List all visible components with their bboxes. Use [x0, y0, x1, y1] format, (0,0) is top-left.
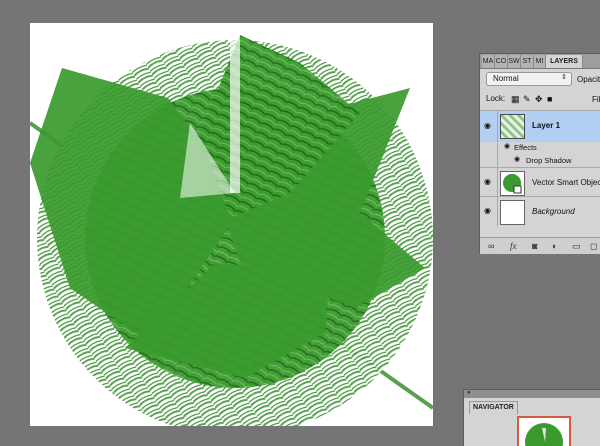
- close-icon[interactable]: ●: [467, 390, 471, 396]
- smart-object-thumbnail: [500, 171, 525, 196]
- adjustment-icon[interactable]: ◐: [552, 241, 557, 251]
- eye-icon[interactable]: ◉: [484, 121, 491, 130]
- effects-label: Effects: [514, 143, 537, 152]
- layer1-name[interactable]: Layer 1: [532, 121, 560, 130]
- fill-label: Fill: [592, 95, 600, 104]
- drop-shadow-label: Drop Shadow: [526, 156, 572, 165]
- visibility-toggle[interactable]: ◉: [480, 168, 498, 197]
- blend-mode-value: Normal: [493, 74, 519, 83]
- panel-tabbar: MA CO SW ST MI LAYERS: [480, 54, 600, 69]
- lock-label: Lock:: [486, 94, 506, 103]
- link-icon[interactable]: ∞: [488, 241, 494, 251]
- vector-smart-object-name[interactable]: Vector Smart Object: [532, 178, 600, 187]
- new-layer-icon[interactable]: ◻: [590, 241, 597, 252]
- navigator-titlebar: ●: [464, 390, 600, 398]
- tab-mi[interactable]: MI: [534, 55, 546, 68]
- tab-layers[interactable]: LAYERS: [546, 55, 583, 68]
- opacity-label: Opacity: [577, 75, 600, 84]
- visibility-toggle[interactable]: ◉: [480, 197, 498, 226]
- layers-bottom-toolbar: ∞ fx ◙ ◐ ▭ ◻: [480, 237, 600, 254]
- navigator-thumbnail-art: [525, 423, 563, 446]
- tab-ma[interactable]: MA: [482, 55, 495, 68]
- mask-icon[interactable]: ◙: [532, 241, 537, 251]
- layers-panel: MA CO SW ST MI LAYERS Normal ⇕ Opacity L…: [479, 53, 600, 254]
- effects-eye-col: [480, 141, 498, 154]
- eye-icon[interactable]: ◉: [504, 142, 510, 150]
- layer-row-background[interactable]: ◉ Background: [480, 196, 600, 226]
- document-canvas[interactable]: [30, 23, 433, 426]
- navigator-preview[interactable]: [517, 416, 571, 446]
- tab-navigator[interactable]: NAVIGATOR: [469, 401, 518, 414]
- layer1-thumbnail: [500, 114, 525, 139]
- chevron-updown-icon: ⇕: [561, 74, 567, 81]
- drop-shadow-eye-col: [480, 154, 498, 167]
- lock-move-icon[interactable]: ✥: [535, 94, 543, 105]
- navigator-panel: ● NAVIGATOR: [463, 389, 600, 446]
- tab-co[interactable]: CO: [495, 55, 508, 68]
- lock-brush-icon[interactable]: ✎: [523, 94, 531, 105]
- smart-object-thumb-art: [503, 174, 522, 194]
- lock-transparent-icon[interactable]: ▦: [511, 94, 520, 105]
- folder-icon[interactable]: ▭: [572, 241, 581, 252]
- blend-mode-select[interactable]: Normal ⇕: [486, 72, 572, 86]
- tab-sw[interactable]: SW: [508, 55, 521, 68]
- artwork-image: [30, 23, 433, 426]
- eye-icon[interactable]: ◉: [484, 177, 491, 186]
- eye-icon[interactable]: ◉: [514, 155, 520, 163]
- layer-row-layer1[interactable]: ◉ Layer 1: [480, 110, 600, 142]
- effects-row[interactable]: Effects ◉: [480, 141, 600, 154]
- lock-row: Lock: ▦ ✎ ✥ ■: [486, 94, 600, 106]
- lock-all-icon[interactable]: ■: [547, 94, 552, 104]
- eye-icon[interactable]: ◉: [484, 206, 491, 215]
- visibility-toggle[interactable]: ◉: [480, 111, 498, 142]
- drop-shadow-row[interactable]: ◉ Drop Shadow: [480, 154, 600, 167]
- fx-icon[interactable]: fx: [510, 241, 517, 251]
- background-thumbnail: [500, 200, 525, 225]
- tab-st[interactable]: ST: [521, 55, 534, 68]
- background-name[interactable]: Background: [532, 207, 575, 216]
- layer-row-vector-smart-object[interactable]: ◉ Vector Smart Object: [480, 167, 600, 197]
